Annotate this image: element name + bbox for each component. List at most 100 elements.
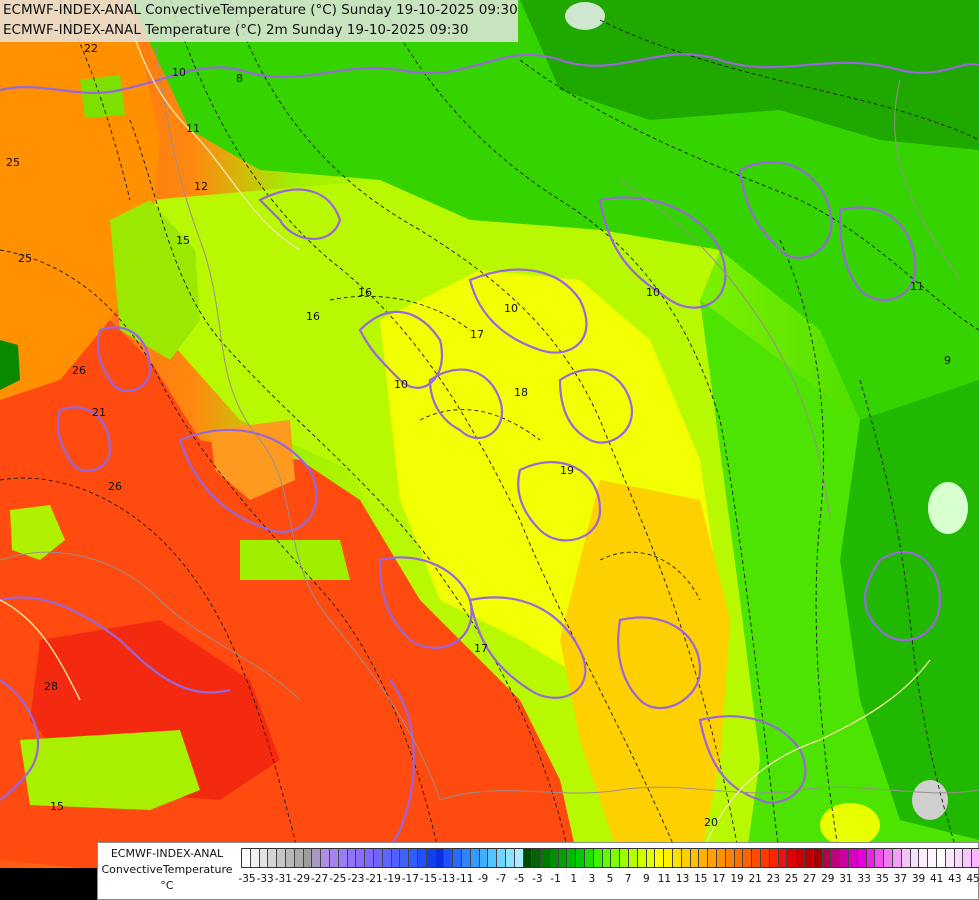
legend-swatch	[866, 849, 876, 867]
contour-label: 18	[514, 386, 528, 399]
legend-swatch	[954, 849, 964, 867]
contour-label: 10	[172, 66, 186, 79]
legend-swatch	[690, 849, 700, 867]
legend-swatch	[277, 849, 286, 867]
legend-swatch	[532, 849, 542, 867]
legend-swatch	[611, 849, 621, 867]
legend-swatch	[567, 849, 577, 867]
legend-tick: 39	[911, 873, 926, 885]
legend-tick: 9	[642, 873, 650, 885]
legend-swatch	[743, 849, 753, 867]
legend-tick: 27	[802, 873, 817, 885]
color-legend: ECMWF-INDEX-ANAL ConvectiveTemperature °…	[97, 842, 979, 900]
legend-tick: -19	[383, 873, 401, 885]
contour-label: 25	[6, 156, 20, 169]
field-bright-spot-southeast	[912, 780, 948, 820]
contour-label: 10	[646, 286, 660, 299]
legend-tick: -33	[256, 873, 274, 885]
legend-swatch	[620, 849, 630, 867]
contour-label: 9	[944, 354, 951, 367]
map-viewport: 22 10 8 11 25 25 12 26 21 15 16 16 10 10…	[0, 0, 979, 900]
legend-tick: -13	[438, 873, 456, 885]
legend-color-bar	[241, 848, 979, 868]
legend-swatch	[356, 849, 366, 867]
contour-label: 11	[910, 280, 924, 293]
legend-swatch	[373, 849, 383, 867]
legend-tick: 5	[606, 873, 614, 885]
contour-label: 26	[108, 480, 122, 493]
contour-label: 19	[560, 464, 574, 477]
legend-swatch	[725, 849, 735, 867]
legend-tick: 33	[857, 873, 871, 885]
legend-tick: 37	[893, 873, 908, 885]
legend-tick: -1	[550, 873, 561, 885]
legend-swatch	[576, 849, 586, 867]
legend-tick: 11	[657, 873, 672, 885]
legend-swatch	[365, 849, 374, 867]
legend-swatch	[321, 849, 330, 867]
legend-tick: 43	[948, 873, 962, 885]
legend-swatch	[637, 849, 647, 867]
legend-tick: -25	[329, 873, 347, 885]
legend-tick: -7	[495, 873, 507, 885]
field-pocket-3	[240, 540, 350, 580]
legend-swatch	[699, 849, 709, 867]
legend-swatch	[505, 849, 515, 867]
legend-swatch	[928, 849, 937, 867]
field-pocket-2	[20, 730, 200, 810]
legend-swatch	[708, 849, 718, 867]
legend-tick: -3	[532, 873, 543, 885]
legend-swatch	[857, 849, 867, 867]
legend-swatch	[813, 849, 823, 867]
legend-swatch	[268, 849, 278, 867]
legend-swatch	[409, 849, 418, 867]
temperature-map: 22 10 8 11 25 25 12 26 21 15 16 16 10 10…	[0, 0, 979, 900]
legend-tick: 45	[966, 873, 979, 885]
legend-tick: 29	[821, 873, 835, 885]
legend-tick: 35	[875, 873, 889, 885]
legend-tick: -35	[238, 873, 256, 885]
legend-swatch	[822, 849, 832, 867]
legend-tick: 41	[930, 873, 944, 885]
legend-tick: -31	[274, 873, 292, 885]
legend-swatch	[461, 849, 471, 867]
legend-swatch	[796, 849, 805, 867]
contour-label: 17	[474, 642, 488, 655]
legend-swatch	[435, 849, 445, 867]
legend-swatch	[664, 849, 674, 867]
contour-label: 17	[470, 328, 484, 341]
title-line-temperature: ECMWF-INDEX-ANAL Temperature (°C) 2m Sun…	[3, 22, 469, 38]
contour-label: 10	[394, 378, 408, 391]
contour-label: 21	[92, 406, 106, 419]
contour-label: 16	[306, 310, 320, 323]
legend-swatch	[761, 849, 770, 867]
legend-tick: -5	[514, 873, 525, 885]
contour-label: 28	[44, 680, 58, 693]
legend-tick: 31	[839, 873, 853, 885]
legend-swatch	[831, 849, 841, 867]
contour-label: 15	[50, 800, 64, 813]
legend-swatch	[673, 849, 682, 867]
legend-swatch	[312, 849, 322, 867]
legend-swatch	[400, 849, 410, 867]
legend-tick: -27	[311, 873, 329, 885]
legend-swatch	[629, 849, 638, 867]
contour-label: 25	[18, 252, 32, 265]
legend-tick: -15	[419, 873, 438, 885]
legend-swatch	[593, 849, 603, 867]
legend-tick: -17	[401, 873, 419, 885]
legend-swatch	[840, 849, 849, 867]
legend-swatch	[717, 849, 726, 867]
legend-tick: 21	[748, 873, 762, 885]
legend-tick: -21	[365, 873, 383, 885]
contour-label: 26	[72, 364, 86, 377]
legend-swatch	[585, 849, 594, 867]
legend-swatch	[444, 849, 454, 867]
legend-swatch	[787, 849, 797, 867]
legend-tick: -29	[292, 873, 311, 885]
contour-label: 8	[236, 72, 243, 85]
legend-tick: 1	[570, 873, 578, 885]
legend-tick: 17	[712, 873, 726, 885]
legend-swatch	[242, 849, 251, 867]
field-bright-spot-east	[928, 482, 968, 534]
